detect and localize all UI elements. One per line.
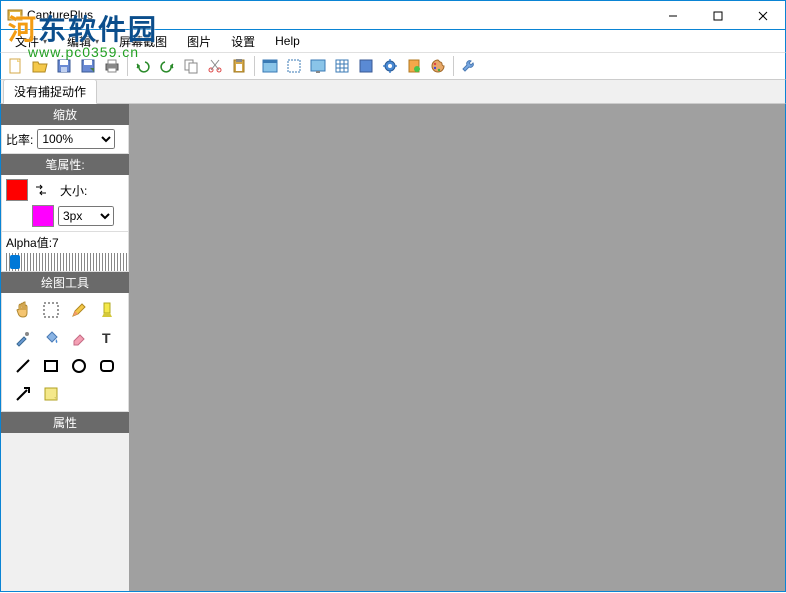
pen-size-label: 大小: bbox=[60, 182, 87, 199]
maximize-button[interactable] bbox=[695, 1, 740, 30]
menu-file[interactable]: 文件▾ bbox=[7, 31, 55, 52]
hand-icon[interactable] bbox=[10, 297, 36, 323]
alpha-value: 7 bbox=[52, 236, 59, 250]
foreground-color-swatch[interactable] bbox=[6, 179, 28, 201]
redo-icon[interactable] bbox=[156, 55, 178, 77]
note-icon[interactable] bbox=[38, 381, 64, 407]
window-title: CapturePlus bbox=[27, 8, 93, 22]
tools-header: 绘图工具 bbox=[1, 272, 129, 293]
eyedropper-icon[interactable] bbox=[10, 325, 36, 351]
toolbar-separator bbox=[127, 56, 128, 76]
titlebar: CapturePlus bbox=[0, 0, 786, 30]
rect-icon[interactable] bbox=[38, 353, 64, 379]
capture-window-icon[interactable] bbox=[259, 55, 281, 77]
tabstrip: 没有捕捉动作 bbox=[0, 80, 786, 104]
zoom-ratio-label: 比率: bbox=[6, 131, 33, 148]
eraser-icon[interactable] bbox=[66, 325, 92, 351]
settings-gear-icon[interactable] bbox=[379, 55, 401, 77]
bucket-icon[interactable] bbox=[38, 325, 64, 351]
svg-text:T: T bbox=[102, 330, 111, 346]
menu-image[interactable]: 图片 bbox=[179, 31, 219, 52]
menu-capture[interactable]: 屏幕截图 bbox=[111, 31, 175, 52]
alpha-panel: Alpha值:7 bbox=[1, 232, 129, 272]
toolbar bbox=[0, 52, 786, 80]
save-icon[interactable] bbox=[53, 55, 75, 77]
swap-colors-icon[interactable] bbox=[32, 181, 50, 199]
menu-edit[interactable]: 编辑▾ bbox=[59, 31, 107, 52]
fit-icon[interactable] bbox=[355, 55, 377, 77]
save-as-icon[interactable] bbox=[77, 55, 99, 77]
toolbar-separator bbox=[254, 56, 255, 76]
background-color-swatch[interactable] bbox=[32, 205, 54, 227]
alpha-label: Alpha值: bbox=[6, 236, 52, 250]
clipboard-icon[interactable] bbox=[403, 55, 425, 77]
wrench-icon[interactable] bbox=[458, 55, 480, 77]
close-button[interactable] bbox=[740, 1, 785, 30]
palette-icon[interactable] bbox=[427, 55, 449, 77]
cut-icon[interactable] bbox=[204, 55, 226, 77]
zoom-header: 缩放 bbox=[1, 104, 129, 125]
props-header: 属性 bbox=[1, 412, 129, 433]
menubar: 文件▾ 编辑▾ 屏幕截图 图片 设置 Help bbox=[0, 30, 786, 52]
pen-panel: 大小: 3px bbox=[1, 175, 129, 232]
marquee-icon[interactable] bbox=[38, 297, 64, 323]
new-doc-icon[interactable] bbox=[5, 55, 27, 77]
pen-header: 笔属性: bbox=[1, 154, 129, 175]
alpha-slider-thumb[interactable] bbox=[10, 255, 20, 269]
arrow-icon[interactable] bbox=[10, 381, 36, 407]
zoom-select[interactable]: 100% bbox=[37, 129, 115, 149]
open-icon[interactable] bbox=[29, 55, 51, 77]
text-icon[interactable]: T bbox=[94, 325, 120, 351]
capture-fullscreen-icon[interactable] bbox=[307, 55, 329, 77]
line-icon[interactable] bbox=[10, 353, 36, 379]
pencil-icon[interactable] bbox=[66, 297, 92, 323]
grid-icon[interactable] bbox=[331, 55, 353, 77]
highlighter-icon[interactable] bbox=[94, 297, 120, 323]
toolbar-separator bbox=[453, 56, 454, 76]
menu-settings[interactable]: 设置 bbox=[223, 31, 263, 52]
rounded-rect-icon[interactable] bbox=[94, 353, 120, 379]
capture-region-icon[interactable] bbox=[283, 55, 305, 77]
zoom-panel: 比率: 100% bbox=[1, 125, 129, 154]
circle-icon[interactable] bbox=[66, 353, 92, 379]
paste-icon[interactable] bbox=[228, 55, 250, 77]
alpha-slider[interactable] bbox=[6, 253, 128, 271]
tab-no-capture[interactable]: 没有捕捉动作 bbox=[3, 79, 97, 104]
undo-icon[interactable] bbox=[132, 55, 154, 77]
minimize-button[interactable] bbox=[650, 1, 695, 30]
pen-size-select[interactable]: 3px bbox=[58, 206, 114, 226]
main-area: 缩放 比率: 100% 笔属性: 大小: 3px Alpha值:7 bbox=[0, 104, 786, 592]
tools-grid: T bbox=[1, 293, 129, 412]
app-icon bbox=[7, 7, 23, 23]
copy-icon[interactable] bbox=[180, 55, 202, 77]
sidebar: 缩放 比率: 100% 笔属性: 大小: 3px Alpha值:7 bbox=[1, 104, 129, 591]
canvas-area[interactable] bbox=[129, 104, 785, 591]
print-icon[interactable] bbox=[101, 55, 123, 77]
menu-help[interactable]: Help bbox=[267, 32, 308, 50]
